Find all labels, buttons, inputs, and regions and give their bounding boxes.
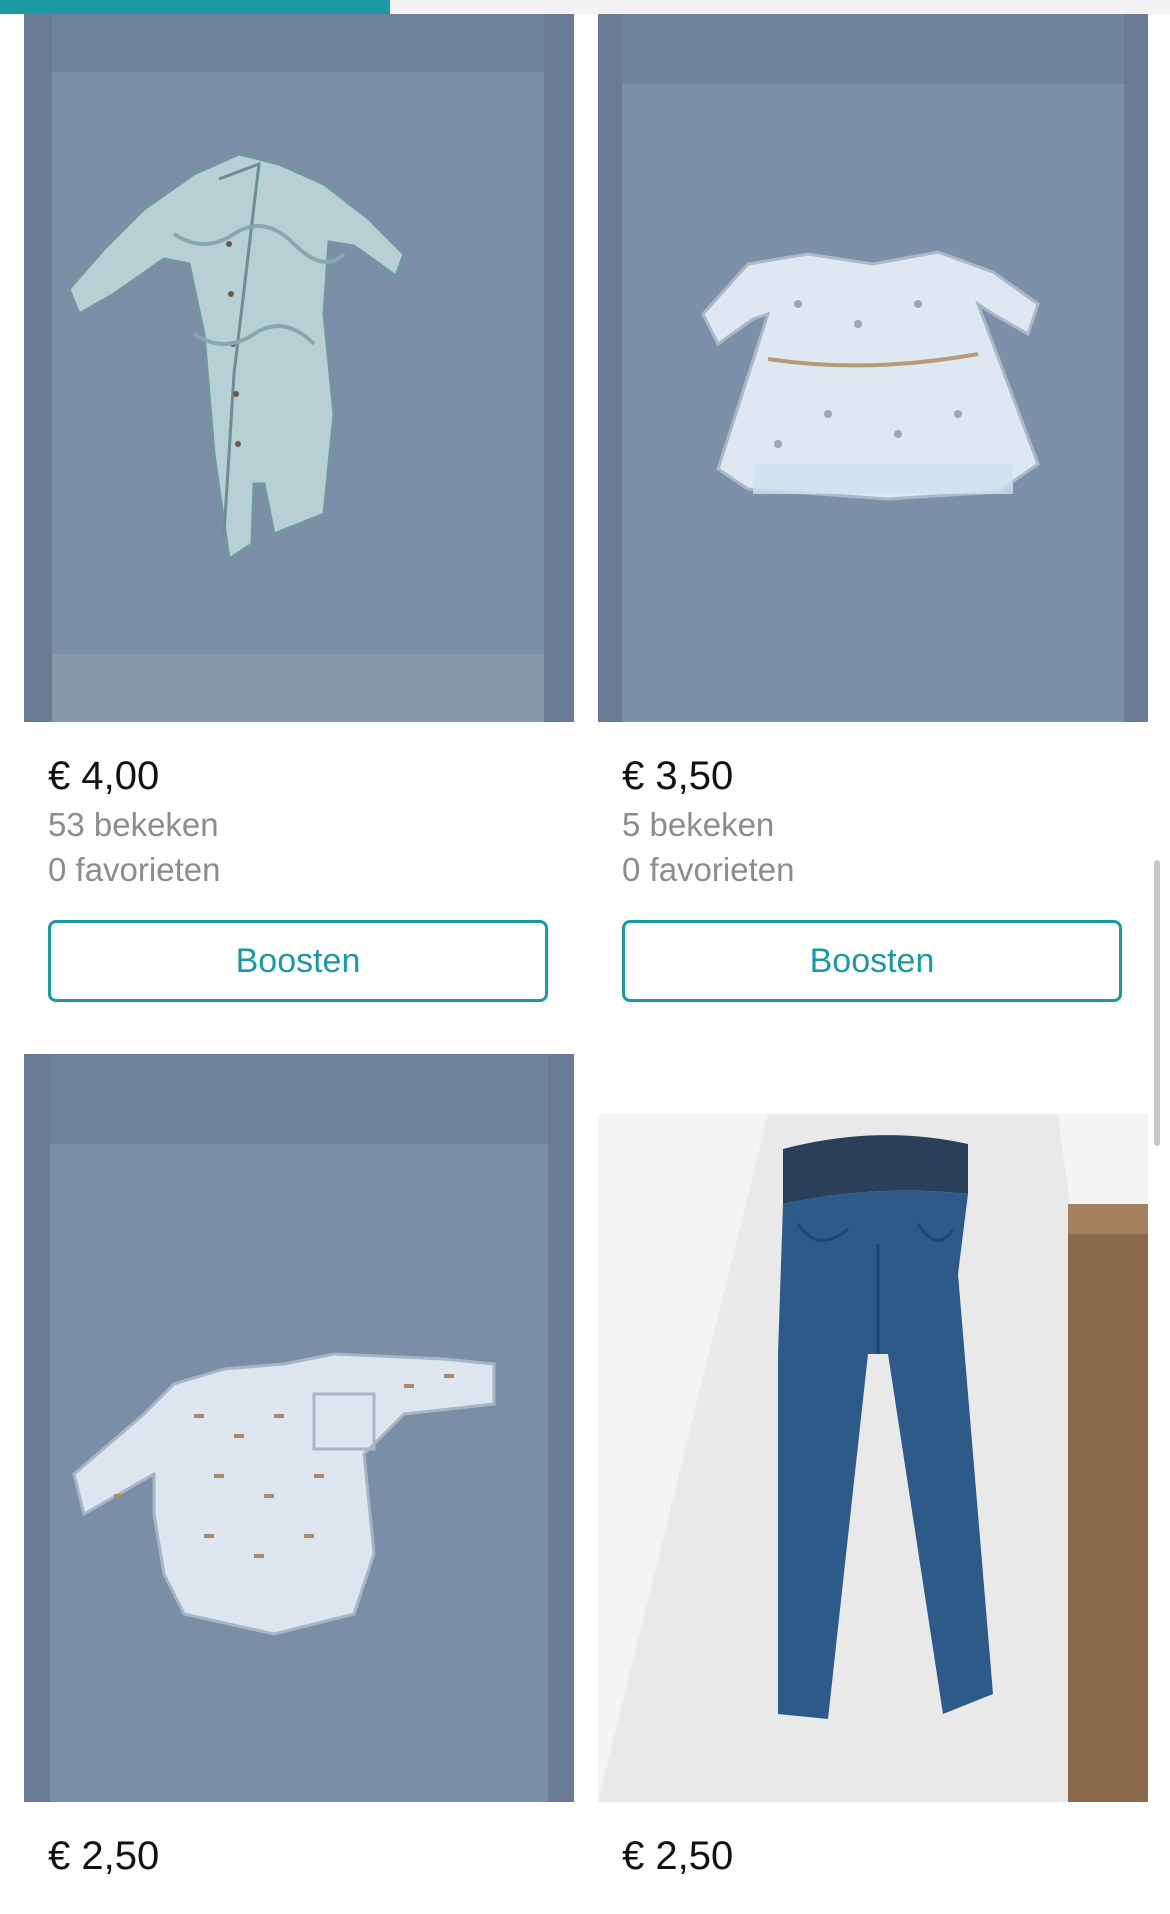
listing-grid: € 4,00 53 bekeken 0 favorieten Boosten €… <box>24 14 1148 1914</box>
listing-favorites: 0 favorieten <box>48 851 221 888</box>
romper-image <box>24 14 574 722</box>
listing-photo-jeans[interactable] <box>598 1054 1148 1802</box>
listing-favorites: 0 favorieten <box>622 851 795 888</box>
jeans-image <box>598 1054 1148 1802</box>
listing-price: € 2,50 <box>48 1834 160 1878</box>
dress-image <box>598 14 1148 722</box>
top-progress-track <box>0 0 1170 14</box>
listing-photo-romper[interactable] <box>24 14 574 722</box>
top-progress-fill <box>0 0 390 14</box>
listing-price: € 2,50 <box>622 1834 734 1878</box>
listing-photo-shirt[interactable] <box>24 1054 574 1802</box>
shirt-image <box>24 1054 574 1802</box>
listing-views: 5 bekeken <box>622 806 775 843</box>
listing-price: € 4,00 <box>48 754 160 798</box>
boost-button[interactable]: Boosten <box>622 920 1122 1002</box>
listing-card[interactable]: € 2,50 <box>24 1054 574 1914</box>
listing-views: 53 bekeken <box>48 806 219 843</box>
listing-card[interactable]: € 2,50 <box>598 1054 1148 1914</box>
listing-card[interactable]: € 3,50 5 bekeken 0 favorieten Boosten <box>598 14 1148 1054</box>
listing-card[interactable]: € 4,00 53 bekeken 0 favorieten Boosten <box>24 14 574 1054</box>
boost-button[interactable]: Boosten <box>48 920 548 1002</box>
scrollbar[interactable] <box>1154 860 1160 1146</box>
listing-price: € 3,50 <box>622 754 734 798</box>
listing-photo-dress[interactable] <box>598 14 1148 722</box>
